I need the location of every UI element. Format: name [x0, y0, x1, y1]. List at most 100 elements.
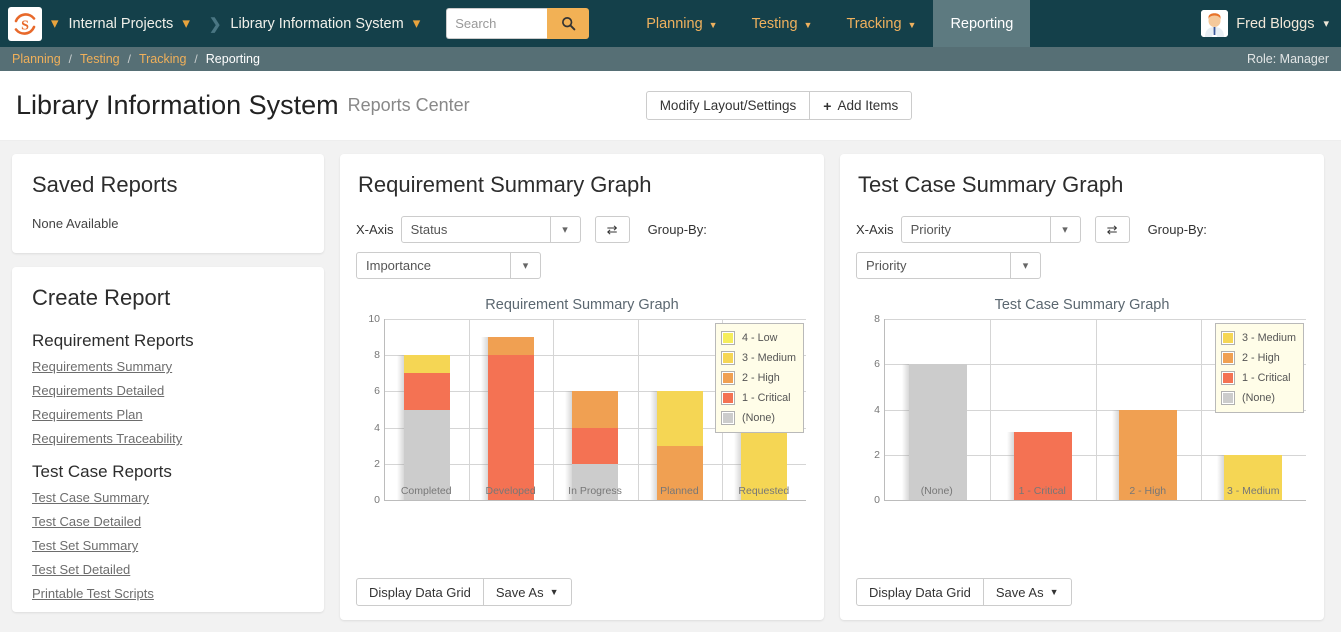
requirement-groupby-row: Importance ▾ — [356, 252, 808, 279]
legend-row[interactable]: (None) — [1220, 388, 1296, 408]
plus-icon: + — [823, 97, 832, 114]
nav-item-planning[interactable]: Planning ▼ — [629, 0, 734, 47]
requirement-xaxis-select[interactable]: Status ▾ — [400, 216, 581, 243]
sidebar: Saved Reports None Available Create Repo… — [12, 154, 324, 612]
nav-item-testing-label: Testing — [751, 15, 798, 32]
legend-label: 2 - High — [741, 372, 780, 384]
x-axis-label: Planned — [660, 485, 699, 497]
legend-label: 1 - Critical — [1241, 372, 1291, 384]
y-axis-tick: 4 — [374, 421, 380, 434]
bar[interactable] — [565, 391, 619, 500]
testcase-xaxis-row: X-Axis Priority ▾ ⇄ Group-By: — [856, 216, 1308, 243]
testcase-xaxis-select[interactable]: Priority ▾ — [900, 216, 1081, 243]
user-chevron-down-icon: ▾ — [1323, 18, 1329, 30]
legend-row[interactable]: 3 - Medium — [720, 348, 796, 368]
legend-row[interactable]: 4 - Low — [720, 328, 796, 348]
report-link-requirements-summary[interactable]: Requirements Summary — [32, 359, 304, 374]
breadcrumb-separator: / — [68, 52, 72, 66]
breadcrumb-item-planning[interactable]: Planning — [12, 52, 61, 66]
legend-color-swatch — [1220, 331, 1235, 345]
report-link-requirements-detailed[interactable]: Requirements Detailed — [32, 383, 304, 398]
bar[interactable] — [649, 391, 703, 500]
save-as-caret-down-icon: ▼ — [1049, 587, 1059, 597]
y-axis-tick: 0 — [874, 494, 880, 506]
user-menu[interactable]: Fred Bloggs ▾ — [1201, 10, 1329, 37]
bar-segment[interactable] — [404, 373, 451, 410]
testcase-display-data-grid-button[interactable]: Display Data Grid — [856, 578, 984, 606]
report-link-test-set-summary[interactable]: Test Set Summary — [32, 538, 304, 553]
legend-row[interactable]: 3 - Medium — [1220, 328, 1296, 348]
x-axis-label: Developed — [485, 485, 536, 497]
requirement-panel-title: Requirement Summary Graph — [358, 172, 652, 197]
bar[interactable] — [397, 355, 451, 500]
y-axis-tick: 2 — [874, 448, 880, 461]
saved-reports-empty-text: None Available — [32, 216, 119, 231]
bar-segment[interactable] — [572, 391, 619, 428]
testcase-swap-axes-button[interactable]: ⇄ — [1094, 216, 1130, 243]
y-axis-tick: 6 — [874, 358, 880, 371]
requirement-swap-axes-button[interactable]: ⇄ — [594, 216, 630, 243]
search-input[interactable] — [446, 8, 548, 39]
legend-row[interactable]: 2 - High — [720, 368, 796, 388]
requirement-display-data-grid-button[interactable]: Display Data Grid — [356, 578, 484, 606]
svg-text:S: S — [21, 18, 29, 33]
nav-item-tracking[interactable]: Tracking ▼ — [829, 0, 933, 47]
project-dropdown-chevron-down-icon[interactable]: ▾ — [413, 16, 421, 31]
requirement-groupby-select[interactable]: Importance ▾ — [356, 252, 541, 279]
bar-segment[interactable] — [908, 364, 967, 500]
report-link-test-case-summary[interactable]: Test Case Summary — [32, 490, 304, 505]
testcase-chart-xlabels: (None) 1 - Critical 2 - High 3 - Medium — [884, 485, 1306, 497]
testcase-groupby-select[interactable]: Priority ▾ — [856, 252, 1041, 279]
report-link-test-case-detailed[interactable]: Test Case Detailed — [32, 514, 304, 529]
legend-row[interactable]: 2 - High — [1220, 348, 1296, 368]
bar-group — [1096, 319, 1201, 500]
requirement-groupby-label: Group-By: — [647, 222, 707, 237]
breadcrumb-item-tracking[interactable]: Tracking — [139, 52, 186, 66]
testcase-save-as-button[interactable]: Save As ▼ — [983, 578, 1072, 606]
testcase-chart-title: Test Case Summary Graph — [994, 297, 1170, 313]
report-link-requirements-plan[interactable]: Requirements Plan — [32, 407, 304, 422]
report-link-requirements-traceability[interactable]: Requirements Traceability — [32, 431, 304, 446]
spira-s-logo-icon[interactable]: S — [8, 6, 42, 41]
nav-item-testing[interactable]: Testing ▼ — [735, 0, 830, 47]
nav-item-reporting[interactable]: Reporting — [933, 0, 1031, 47]
bar[interactable] — [901, 364, 967, 500]
legend-row[interactable]: 1 - Critical — [720, 388, 796, 408]
project-name[interactable]: Library Information System — [230, 16, 403, 32]
modify-layout-settings-button[interactable]: Modify Layout/Settings — [645, 91, 811, 120]
bar-segment[interactable] — [656, 391, 703, 446]
bar-segment[interactable] — [488, 337, 535, 356]
bar-segment[interactable] — [488, 355, 535, 500]
testcase-groupby-label: Group-By: — [1147, 222, 1207, 237]
add-items-label: Add Items — [837, 98, 899, 113]
report-link-printable-test-scripts[interactable]: Printable Test Scripts — [32, 586, 304, 601]
user-avatar-icon — [1201, 10, 1229, 37]
org-dropdown-chevron-down-icon[interactable]: ▾ — [182, 16, 190, 31]
testcase-panel-title: Test Case Summary Graph — [858, 172, 1124, 197]
add-items-button[interactable]: + Add Items — [810, 91, 913, 120]
legend-row[interactable]: (None) — [720, 408, 796, 428]
legend-color-swatch — [720, 391, 735, 405]
requirement-save-as-button[interactable]: Save As ▼ — [483, 578, 572, 606]
requirement-panel-footer: Display Data Grid Save As ▼ — [356, 578, 572, 606]
saved-reports-title: Saved Reports — [32, 172, 178, 197]
x-axis-label: (None) — [920, 485, 953, 497]
legend-color-swatch — [1220, 371, 1235, 385]
search-button[interactable] — [547, 8, 590, 39]
bar-segment[interactable] — [404, 355, 451, 374]
y-axis-tick: 0 — [374, 494, 380, 506]
testcase-save-as-label: Save As — [995, 584, 1044, 600]
org-chevron-down-icon[interactable]: ▾ — [51, 16, 59, 31]
requirement-summary-panel: Requirement Summary Graph X-Axis Status … — [340, 154, 824, 620]
bar-segment[interactable] — [572, 427, 619, 464]
breadcrumb-item-testing[interactable]: Testing — [80, 52, 120, 66]
bar-group — [990, 319, 1095, 500]
report-link-test-set-detailed[interactable]: Test Set Detailed — [32, 562, 304, 577]
x-axis-label: 2 - High — [1129, 485, 1167, 497]
bar[interactable] — [481, 337, 535, 500]
chevron-down-icon: ▾ — [1010, 253, 1040, 278]
requirement-chart-title: Requirement Summary Graph — [485, 297, 679, 313]
legend-row[interactable]: 1 - Critical — [1220, 368, 1296, 388]
org-name[interactable]: Internal Projects — [69, 16, 174, 32]
x-axis-label: 3 - Medium — [1226, 485, 1280, 497]
